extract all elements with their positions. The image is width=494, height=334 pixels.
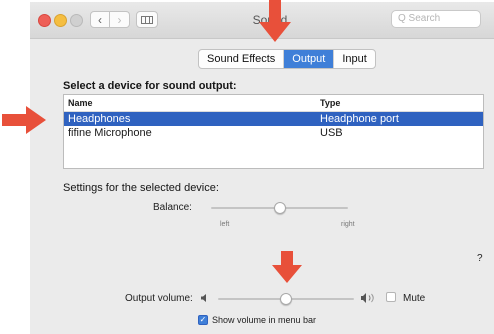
device-row-headphones[interactable]: Headphones Headphone port xyxy=(64,112,483,126)
minimize-window-button[interactable] xyxy=(54,14,67,27)
column-header-type[interactable]: Type xyxy=(320,95,340,111)
output-volume-slider-track[interactable] xyxy=(218,293,354,305)
sound-preferences-window: ‹ › Sound Q Search Sound Effects Output … xyxy=(30,2,494,334)
grid-icon xyxy=(141,16,153,24)
mute-label: Mute xyxy=(403,293,426,304)
show-all-button[interactable] xyxy=(136,11,158,28)
search-field[interactable]: Q Search xyxy=(391,10,481,28)
back-button[interactable]: ‹ xyxy=(90,11,110,28)
device-name: fifine Microphone xyxy=(68,127,152,139)
column-header-name[interactable]: Name xyxy=(68,95,93,111)
output-volume-slider-knob[interactable] xyxy=(280,293,292,305)
chevron-right-icon: › xyxy=(117,13,122,27)
device-section-heading: Select a device for sound output: xyxy=(63,80,237,92)
annotation-arrow-volume-slider xyxy=(272,251,302,283)
device-type: USB xyxy=(320,127,343,139)
balance-label: Balance: xyxy=(153,202,192,213)
table-header: Name Type xyxy=(64,95,483,112)
balance-slider-knob[interactable] xyxy=(273,202,286,214)
device-table[interactable]: Name Type Headphones Headphone port fifi… xyxy=(63,94,484,169)
tab-input[interactable]: Input xyxy=(334,50,374,68)
speaker-low-icon xyxy=(200,293,210,306)
chevron-left-icon: ‹ xyxy=(98,13,102,27)
output-volume-label: Output volume: xyxy=(125,293,193,304)
tab-sound-effects[interactable]: Sound Effects xyxy=(199,50,285,68)
tab-bar: Sound Effects Output Input xyxy=(198,49,376,69)
device-type: Headphone port xyxy=(320,113,399,125)
mute-checkbox[interactable] xyxy=(386,292,396,302)
balance-slider-track[interactable] xyxy=(211,202,348,214)
close-window-button[interactable] xyxy=(38,14,51,27)
annotation-arrow-headphones-row xyxy=(2,106,46,134)
annotation-arrow-output-tab xyxy=(259,0,291,42)
speaker-high-icon xyxy=(360,292,378,307)
balance-right-label: right xyxy=(341,221,355,228)
device-row-fifine-microphone[interactable]: fifine Microphone USB xyxy=(64,126,483,140)
settings-heading: Settings for the selected device: xyxy=(63,182,219,194)
tab-output[interactable]: Output xyxy=(284,50,335,68)
forward-button[interactable]: › xyxy=(110,11,130,28)
balance-left-label: left xyxy=(220,221,230,228)
show-volume-checkbox[interactable]: ✓ xyxy=(198,315,208,325)
zoom-window-button[interactable] xyxy=(70,14,83,27)
device-name: Headphones xyxy=(68,113,131,125)
help-button[interactable]: ? xyxy=(477,253,483,264)
show-volume-label: Show volume in menu bar xyxy=(212,315,317,325)
